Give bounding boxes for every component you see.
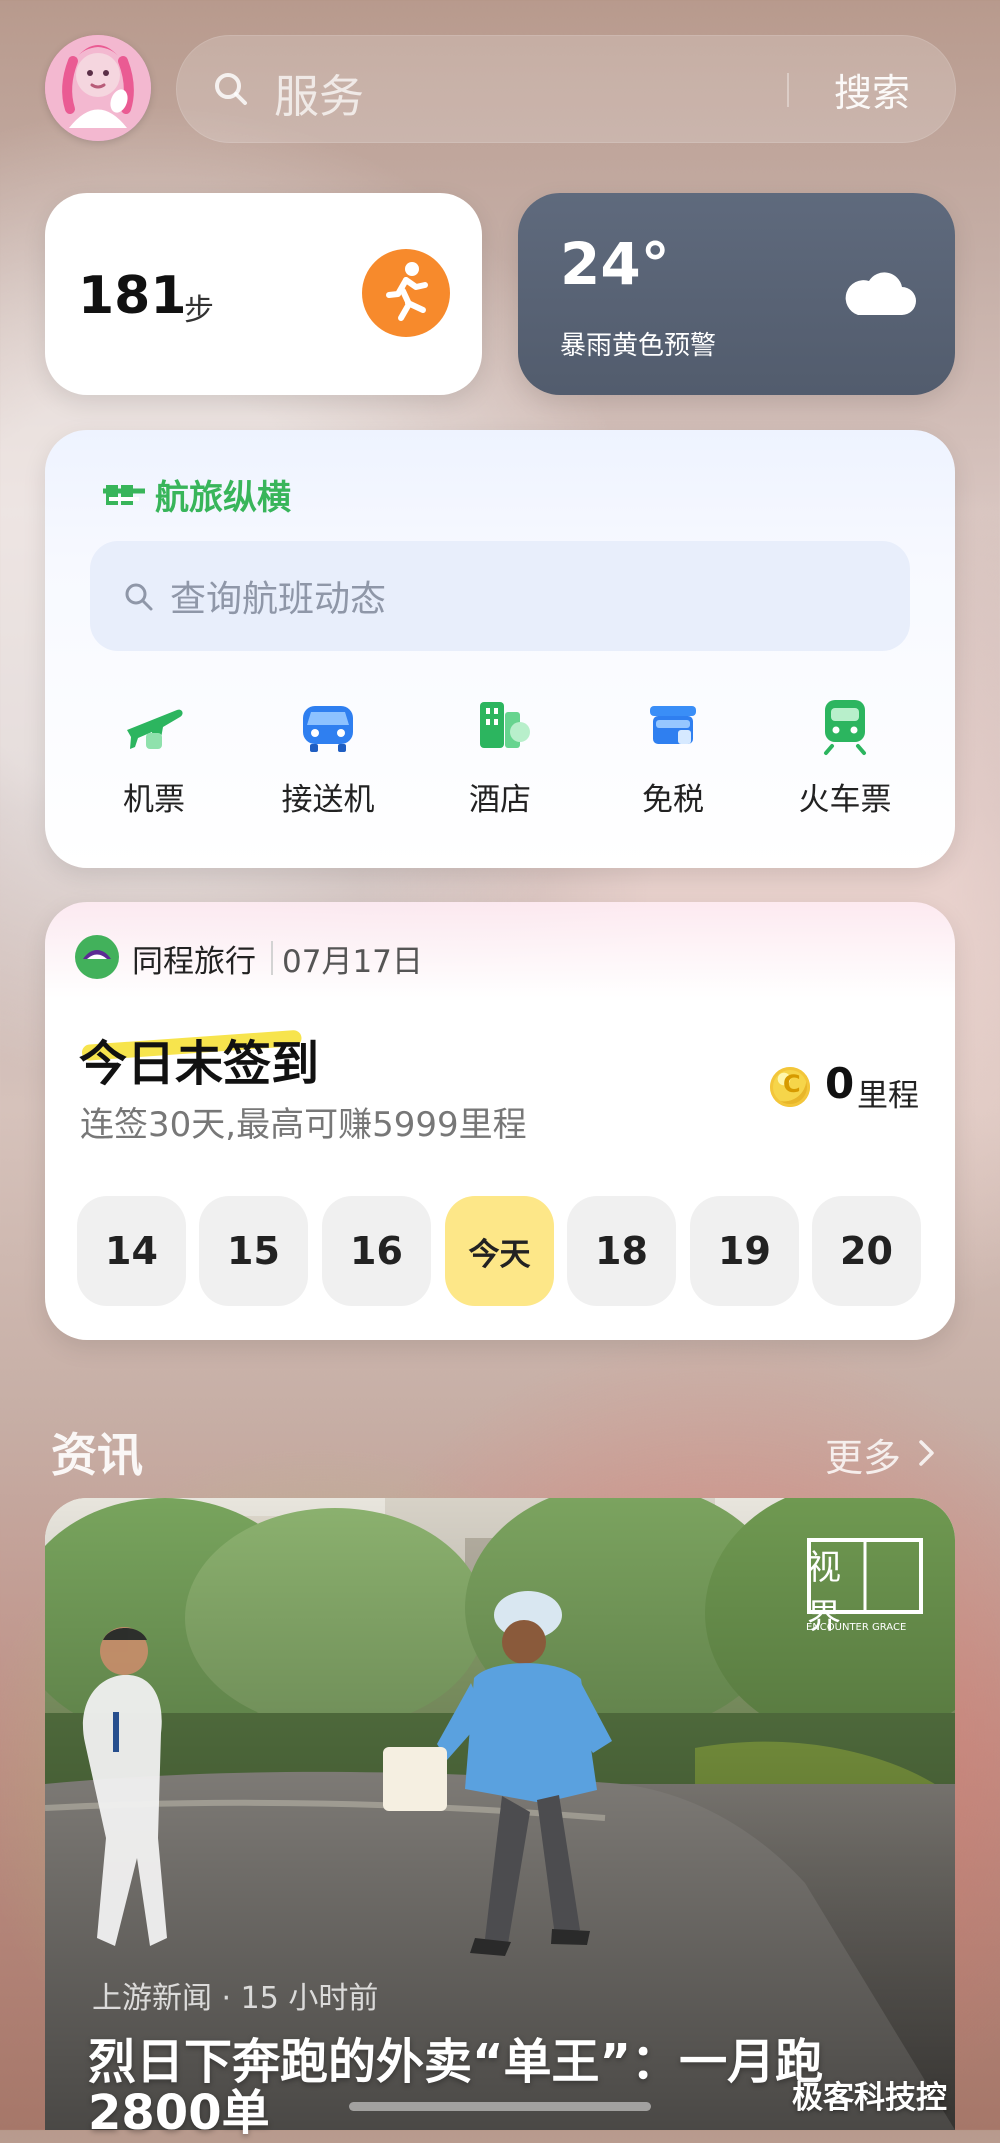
image-badge-subtitle: ENCOUNTER GRACE — [806, 1622, 907, 1633]
service-label: 接送机 — [281, 782, 375, 818]
mileage-unit: 里程 — [857, 1078, 919, 1114]
mileage-value: 0 — [825, 1059, 855, 1108]
checkin-day-15[interactable]: 15 — [199, 1196, 308, 1306]
travel-brand: 航旅纵横 — [101, 470, 291, 519]
news-section-title: 资讯 — [51, 1428, 143, 1482]
weather-alert: 暴雨黄色预警 — [560, 331, 717, 361]
travel-brand-text: 航旅纵横 — [155, 478, 291, 518]
duty-free-shop-icon — [650, 706, 696, 744]
train-icon — [824, 700, 866, 755]
checkin-title: 今日未签到 — [79, 1036, 320, 1092]
news-meta-separator: · — [221, 1981, 241, 2016]
checkin-day-18[interactable]: 18 — [567, 1196, 676, 1306]
search-placeholder: 服务 — [274, 70, 365, 123]
search-icon — [125, 583, 153, 611]
steps-unit: 步 — [184, 293, 214, 328]
coin-mark: C — [783, 1070, 801, 1098]
profile-avatar[interactable] — [45, 35, 151, 141]
service-item-airport-transfer[interactable]: 接送机 — [258, 690, 398, 818]
checkin-day-19[interactable]: 19 — [690, 1196, 799, 1306]
service-item-train[interactable]: 火车票 — [775, 690, 915, 818]
hotel-icon — [480, 702, 530, 748]
plane-ticket-icon — [127, 709, 183, 749]
chevron-right-icon[interactable] — [914, 1435, 940, 1471]
brand-divider — [271, 941, 273, 975]
home-indicator — [349, 2102, 651, 2111]
weather-temperature: 24° — [560, 230, 670, 298]
search-button[interactable]: 搜索 — [834, 62, 910, 117]
service-label: 酒店 — [469, 782, 531, 818]
checkin-brand: 同程旅行 — [132, 944, 256, 980]
cloud-icon — [845, 272, 916, 315]
travel-brand-icon — [103, 484, 145, 505]
news-title-line-2[interactable]: 2800单 — [88, 2073, 270, 2143]
service-label: 机票 — [123, 782, 185, 818]
tongcheng-logo-icon — [75, 935, 119, 979]
news-time: 15 小时前 — [240, 1981, 379, 2016]
service-label: 火车票 — [798, 782, 892, 818]
avatar-illustration — [45, 35, 151, 141]
service-item-hotel[interactable]: 酒店 — [430, 690, 570, 818]
running-person-icon — [362, 249, 450, 337]
image-badge-left: 视界 — [807, 1548, 841, 1637]
service-item-flight[interactable]: 机票 — [84, 690, 224, 818]
news-source: 上游新闻 — [92, 1981, 212, 2016]
checkin-day-16[interactable]: 16 — [322, 1196, 431, 1306]
checkin-day-20[interactable]: 20 — [812, 1196, 921, 1306]
news-more-link[interactable]: 更多 — [825, 1427, 901, 1482]
flight-search-placeholder: 查询航班动态 — [170, 579, 387, 620]
car-icon — [303, 706, 353, 752]
service-item-duty-free[interactable]: 免税 — [603, 690, 743, 818]
search-icon — [215, 73, 247, 105]
checkin-date: 07月17日 — [282, 944, 423, 980]
search-divider — [787, 73, 789, 107]
checkin-day-14[interactable]: 14 — [77, 1196, 186, 1306]
checkin-day-today[interactable]: 今天 — [445, 1196, 554, 1306]
steps-count: 181 — [78, 266, 187, 326]
service-label: 免税 — [642, 782, 704, 818]
checkin-subtitle: 连签30天,最高可赚5999里程 — [80, 1105, 527, 1145]
watermark: 极客科技控 — [792, 2080, 947, 2116]
news-meta: 上游新闻 · 15 小时前 — [92, 1973, 378, 2017]
